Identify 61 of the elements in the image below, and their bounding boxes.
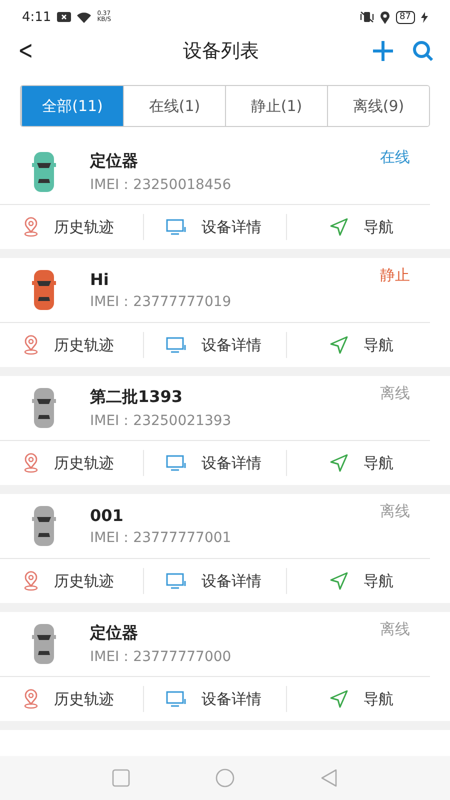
monitor-icon	[166, 690, 188, 708]
home-icon[interactable]	[214, 768, 235, 788]
imei-text: IMEI：23777777001	[90, 528, 232, 546]
history-track-button[interactable]: 历史轨迹	[0, 332, 143, 358]
device-details-button[interactable]: 设备详情	[142, 332, 286, 358]
wifi-icon	[77, 12, 92, 22]
monitor-icon	[166, 336, 188, 354]
device-details-button[interactable]: 设备详情	[142, 568, 286, 594]
status-label: 离线	[380, 384, 410, 403]
navigation-arrow-icon	[329, 335, 350, 355]
status-label: 离线	[380, 620, 410, 639]
recent-apps-icon[interactable]	[112, 769, 130, 787]
status-label: 静止	[380, 266, 410, 285]
imei-text: IMEI：23777777019	[90, 292, 232, 310]
imei-text: IMEI：23250018456	[90, 176, 232, 194]
device-name: 第二批1393	[90, 386, 184, 408]
location-pin-icon	[22, 571, 40, 591]
search-icon[interactable]	[412, 40, 434, 62]
time: 4:11	[22, 10, 52, 24]
monitor-icon	[166, 218, 188, 236]
device-details-button[interactable]: 设备详情	[142, 450, 286, 476]
navigate-button[interactable]: 导航	[286, 568, 450, 594]
status-label: 在线	[380, 148, 410, 167]
imei-text: IMEI：23250021393	[90, 412, 232, 430]
location-pin-icon	[22, 217, 40, 237]
imei-text: IMEI：23777777000	[90, 648, 232, 666]
back-button[interactable]: <	[18, 36, 39, 66]
page-title: 设备列表	[182, 39, 260, 64]
navigation-arrow-icon	[329, 689, 350, 709]
location-pin-icon	[22, 689, 40, 709]
status-label: 离线	[380, 502, 410, 521]
device-name: 定位器	[90, 150, 139, 172]
device-name: Hi	[90, 270, 110, 288]
battery-level: 87	[396, 10, 415, 24]
navigation-arrow-icon	[329, 453, 350, 473]
filter-tab[interactable]: 全部(11)	[21, 86, 123, 126]
navigation-arrow-icon	[329, 571, 350, 591]
device-details-button[interactable]: 设备详情	[142, 214, 286, 240]
navigation-arrow-icon	[329, 217, 350, 237]
history-track-button[interactable]: 历史轨迹	[0, 450, 143, 476]
history-track-button[interactable]: 历史轨迹	[0, 568, 143, 594]
location-pin-icon	[22, 335, 40, 355]
navigate-button[interactable]: 导航	[286, 686, 450, 712]
vibrate-off-icon	[360, 11, 374, 23]
device-name: 001	[90, 506, 124, 524]
message-icon	[57, 12, 72, 22]
location-pin-icon	[22, 453, 40, 473]
back-icon[interactable]	[320, 768, 338, 788]
charging-icon	[421, 12, 428, 22]
history-track-button[interactable]: 历史轨迹	[0, 686, 143, 712]
add-icon[interactable]	[372, 40, 394, 62]
device-name: 定位器	[90, 622, 139, 644]
navigate-button[interactable]: 导航	[286, 450, 450, 476]
location-icon	[380, 10, 390, 24]
device-details-button[interactable]: 设备详情	[142, 686, 286, 712]
monitor-icon	[166, 572, 188, 590]
navigate-button[interactable]: 导航	[286, 332, 450, 358]
history-track-button[interactable]: 历史轨迹	[0, 214, 143, 240]
filter-tab[interactable]: 离线(9)	[327, 86, 429, 126]
monitor-icon	[166, 454, 188, 472]
navigate-button[interactable]: 导航	[286, 214, 450, 240]
